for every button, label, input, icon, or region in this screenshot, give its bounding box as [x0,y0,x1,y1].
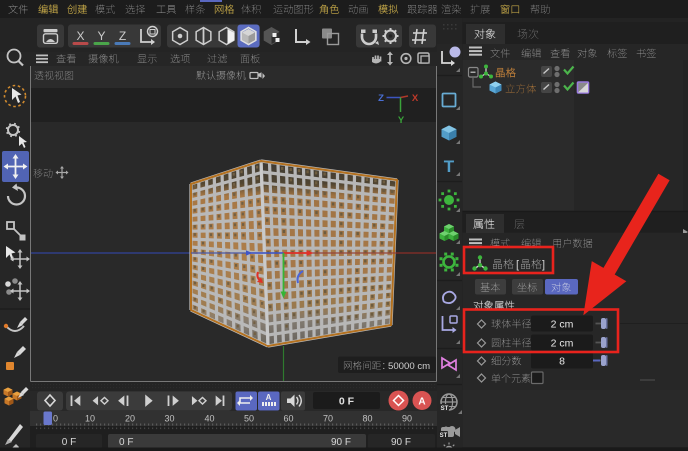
svg-text:0 F: 0 F [62,437,76,448]
svg-text:2 cm: 2 cm [551,338,574,350]
svg-text:90 F: 90 F [391,437,411,448]
svg-text:ST: ST [440,433,448,439]
svg-text:A: A [266,393,272,402]
svg-text:90: 90 [402,414,412,424]
svg-text:40: 40 [204,414,214,424]
svg-text:20: 20 [125,414,135,424]
svg-text:Z: Z [378,93,384,104]
svg-text:0: 0 [53,414,58,424]
svg-text:50000 cm: 50000 cm [388,361,430,372]
svg-text:30: 30 [164,414,174,424]
svg-text:0 F: 0 F [119,437,133,448]
svg-text:2 cm: 2 cm [551,319,574,331]
svg-text:8: 8 [559,356,565,368]
svg-text:[: [ [516,259,519,271]
svg-text:A: A [418,397,425,408]
svg-text:60: 60 [283,414,293,424]
svg-text:X: X [412,93,419,104]
svg-text:90 F: 90 F [331,437,351,448]
svg-text:10: 10 [85,414,95,424]
svg-text:Z: Z [119,29,126,43]
svg-text:70: 70 [323,414,333,424]
svg-text:T: T [444,157,455,176]
svg-text:ST: ST [441,406,449,412]
svg-text:X: X [76,29,84,43]
svg-text:80: 80 [362,414,372,424]
svg-text:0 F: 0 F [339,396,355,408]
svg-text:Y: Y [97,29,105,43]
svg-text:]: ] [542,259,545,271]
svg-text:50: 50 [244,414,254,424]
svg-text:Y: Y [398,115,405,126]
